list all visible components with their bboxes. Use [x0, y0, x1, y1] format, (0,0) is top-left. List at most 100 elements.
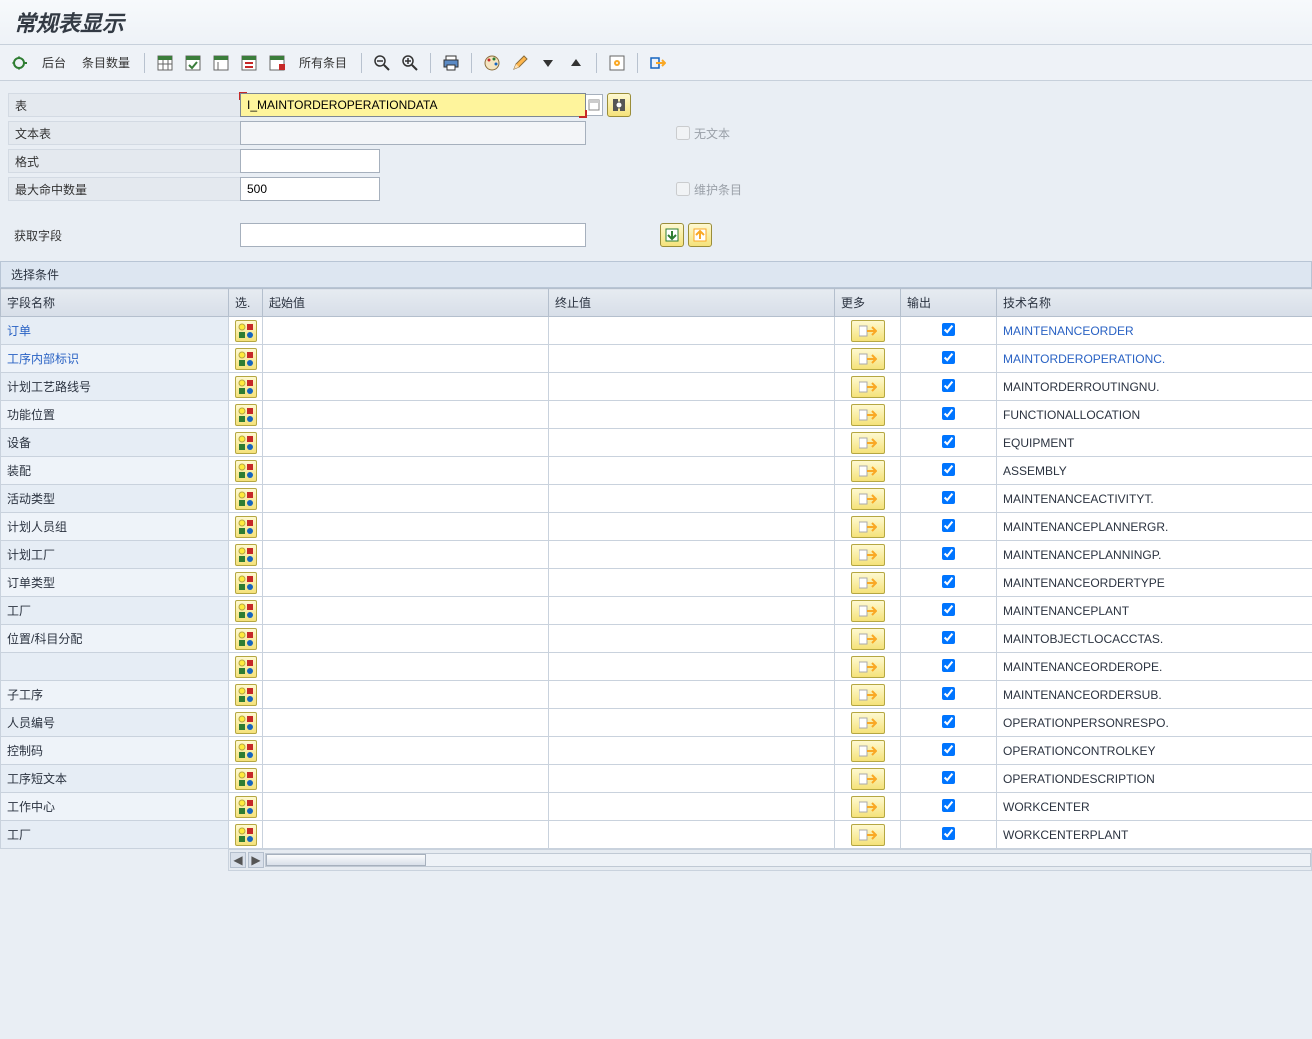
more-options-button[interactable]	[851, 768, 885, 790]
more-options-button[interactable]	[851, 404, 885, 426]
more-options-button[interactable]	[851, 488, 885, 510]
format-input[interactable]	[240, 149, 380, 173]
output-checkbox[interactable]	[942, 687, 955, 700]
from-value-input[interactable]	[263, 625, 548, 652]
from-value-input[interactable]	[263, 681, 548, 708]
from-value-input[interactable]	[263, 513, 548, 540]
select-option-button[interactable]	[235, 684, 257, 706]
more-options-button[interactable]	[851, 516, 885, 538]
more-options-button[interactable]	[851, 600, 885, 622]
select-option-button[interactable]	[235, 796, 257, 818]
select-option-button[interactable]	[235, 740, 257, 762]
to-value-input[interactable]	[549, 401, 834, 428]
output-checkbox[interactable]	[942, 771, 955, 784]
palette-icon[interactable]	[480, 52, 504, 74]
value-help-icon[interactable]	[585, 94, 603, 116]
output-checkbox[interactable]	[942, 519, 955, 532]
select-option-button[interactable]	[235, 516, 257, 538]
to-value-input[interactable]	[549, 317, 834, 344]
to-value-input[interactable]	[549, 625, 834, 652]
from-value-input[interactable]	[263, 317, 548, 344]
more-options-button[interactable]	[851, 376, 885, 398]
grid-icon-4[interactable]	[237, 52, 261, 74]
output-checkbox[interactable]	[942, 715, 955, 728]
search-help-button[interactable]	[607, 93, 631, 117]
grid-icon-2[interactable]	[181, 52, 205, 74]
from-value-input[interactable]	[263, 709, 548, 736]
import-fields-button[interactable]	[660, 223, 684, 247]
from-value-input[interactable]	[263, 345, 548, 372]
to-value-input[interactable]	[549, 569, 834, 596]
col-select[interactable]: 选.	[229, 289, 263, 317]
zoom-out-icon[interactable]	[370, 52, 394, 74]
grid-icon-1[interactable]	[153, 52, 177, 74]
select-option-button[interactable]	[235, 376, 257, 398]
select-option-button[interactable]	[235, 824, 257, 846]
grid-icon-3[interactable]	[209, 52, 233, 74]
entries-count-button[interactable]: 条目数量	[76, 54, 136, 71]
maxhits-input[interactable]	[240, 177, 380, 201]
scroll-thumb[interactable]	[266, 854, 426, 866]
to-value-input[interactable]	[549, 793, 834, 820]
to-value-input[interactable]	[549, 457, 834, 484]
more-options-button[interactable]	[851, 544, 885, 566]
select-option-button[interactable]	[235, 432, 257, 454]
more-options-button[interactable]	[851, 656, 885, 678]
select-option-button[interactable]	[235, 460, 257, 482]
settings-icon[interactable]	[605, 52, 629, 74]
more-options-button[interactable]	[851, 796, 885, 818]
execute-icon[interactable]	[8, 52, 32, 74]
more-options-button[interactable]	[851, 432, 885, 454]
zoom-in-icon[interactable]	[398, 52, 422, 74]
col-to[interactable]: 终止值	[549, 289, 835, 317]
from-value-input[interactable]	[263, 429, 548, 456]
scroll-right-icon[interactable]: ▶	[248, 852, 264, 868]
col-tech[interactable]: 技术名称	[997, 289, 1312, 317]
exit-icon[interactable]	[646, 52, 670, 74]
from-value-input[interactable]	[263, 821, 548, 848]
select-option-button[interactable]	[235, 600, 257, 622]
to-value-input[interactable]	[549, 821, 834, 848]
more-options-button[interactable]	[851, 628, 885, 650]
more-options-button[interactable]	[851, 460, 885, 482]
select-option-button[interactable]	[235, 572, 257, 594]
to-value-input[interactable]	[549, 765, 834, 792]
more-options-button[interactable]	[851, 824, 885, 846]
select-option-button[interactable]	[235, 544, 257, 566]
col-field-name[interactable]: 字段名称	[1, 289, 229, 317]
from-value-input[interactable]	[263, 401, 548, 428]
output-checkbox[interactable]	[942, 463, 955, 476]
to-value-input[interactable]	[549, 597, 834, 624]
to-value-input[interactable]	[549, 513, 834, 540]
from-value-input[interactable]	[263, 373, 548, 400]
select-option-button[interactable]	[235, 712, 257, 734]
arrow-up-icon[interactable]	[564, 52, 588, 74]
all-entries-button[interactable]: 所有条目	[293, 54, 353, 71]
to-value-input[interactable]	[549, 541, 834, 568]
from-value-input[interactable]	[263, 737, 548, 764]
scroll-track[interactable]	[265, 853, 1311, 867]
select-option-button[interactable]	[235, 348, 257, 370]
output-checkbox[interactable]	[942, 323, 955, 336]
from-value-input[interactable]	[263, 457, 548, 484]
more-options-button[interactable]	[851, 320, 885, 342]
output-checkbox[interactable]	[942, 407, 955, 420]
get-fields-input[interactable]	[240, 223, 586, 247]
output-checkbox[interactable]	[942, 435, 955, 448]
select-option-button[interactable]	[235, 628, 257, 650]
field-name-cell[interactable]: 工序内部标识	[1, 345, 229, 373]
output-checkbox[interactable]	[942, 631, 955, 644]
select-option-button[interactable]	[235, 656, 257, 678]
to-value-input[interactable]	[549, 681, 834, 708]
output-checkbox[interactable]	[942, 351, 955, 364]
horizontal-scrollbar[interactable]: ◀ ▶	[228, 849, 1312, 871]
output-checkbox[interactable]	[942, 799, 955, 812]
from-value-input[interactable]	[263, 569, 548, 596]
more-options-button[interactable]	[851, 740, 885, 762]
select-option-button[interactable]	[235, 768, 257, 790]
select-option-button[interactable]	[235, 320, 257, 342]
output-checkbox[interactable]	[942, 379, 955, 392]
field-name-cell[interactable]: 订单	[1, 317, 229, 345]
to-value-input[interactable]	[549, 653, 834, 680]
to-value-input[interactable]	[549, 345, 834, 372]
